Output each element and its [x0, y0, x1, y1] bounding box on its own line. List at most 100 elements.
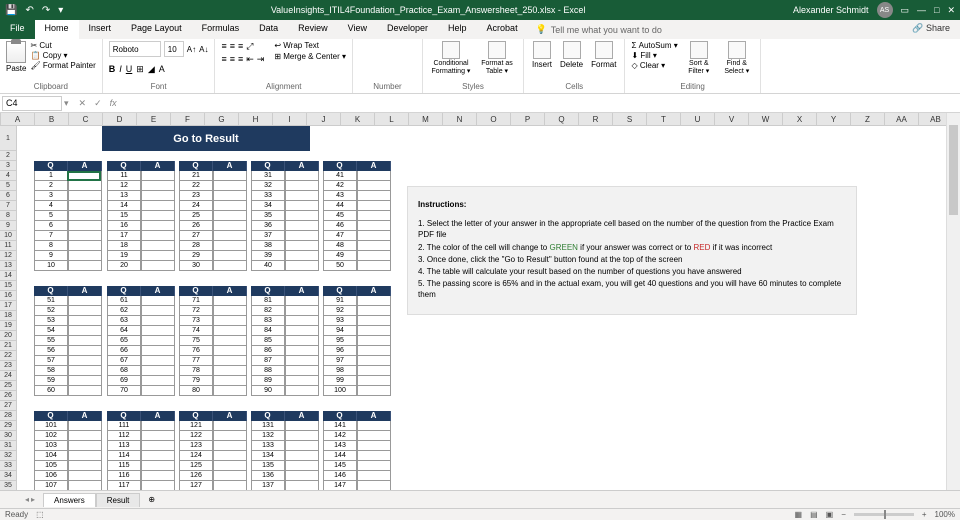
a-cell[interactable]	[68, 191, 102, 201]
a-cell[interactable]	[357, 241, 391, 251]
a-cell[interactable]	[213, 251, 247, 261]
a-cell[interactable]	[285, 451, 319, 461]
redo-icon[interactable]: ↷	[42, 5, 50, 16]
sheet-tab-result[interactable]: Result	[96, 493, 141, 507]
col-header-AA[interactable]: AA	[885, 113, 919, 125]
a-cell[interactable]	[285, 171, 319, 181]
a-cell[interactable]	[357, 306, 391, 316]
col-header-B[interactable]: B	[35, 113, 69, 125]
align-top-icon[interactable]: ≡	[221, 41, 226, 52]
format-button[interactable]: Format	[589, 41, 618, 69]
row-header-26[interactable]: 26	[0, 391, 16, 401]
row-header-12[interactable]: 12	[0, 251, 16, 261]
a-cell[interactable]	[68, 211, 102, 221]
align-right-icon[interactable]: ≡	[238, 54, 243, 65]
a-cell[interactable]	[357, 171, 391, 181]
col-header-R[interactable]: R	[579, 113, 613, 125]
a-cell[interactable]	[213, 171, 247, 181]
col-header-O[interactable]: O	[477, 113, 511, 125]
row-header-1[interactable]: 1	[0, 126, 16, 151]
maximize-icon[interactable]: □	[934, 5, 939, 15]
row-header-3[interactable]: 3	[0, 161, 16, 171]
a-cell[interactable]	[285, 191, 319, 201]
row-header-29[interactable]: 29	[0, 421, 16, 431]
a-cell[interactable]	[285, 241, 319, 251]
macro-record-icon[interactable]: ⬚	[36, 510, 44, 519]
a-cell[interactable]	[141, 441, 175, 451]
a-cell[interactable]	[141, 251, 175, 261]
a-cell[interactable]	[68, 366, 102, 376]
a-cell[interactable]	[213, 386, 247, 396]
col-header-L[interactable]: L	[375, 113, 409, 125]
orientation-icon[interactable]: ⤢	[246, 41, 253, 52]
a-cell[interactable]	[68, 376, 102, 386]
a-cell[interactable]	[213, 376, 247, 386]
a-cell[interactable]	[213, 261, 247, 271]
a-cell[interactable]	[141, 421, 175, 431]
col-header-P[interactable]: P	[511, 113, 545, 125]
a-cell[interactable]	[213, 201, 247, 211]
col-header-J[interactable]: J	[307, 113, 341, 125]
a-cell[interactable]	[68, 201, 102, 211]
a-cell[interactable]	[141, 346, 175, 356]
a-cell[interactable]	[68, 346, 102, 356]
a-cell[interactable]	[285, 336, 319, 346]
cut-button[interactable]: ✂ Cut	[30, 41, 95, 50]
align-center-icon[interactable]: ≡	[230, 54, 235, 65]
a-cell[interactable]	[141, 201, 175, 211]
a-cell[interactable]	[285, 231, 319, 241]
row-header-33[interactable]: 33	[0, 461, 16, 471]
a-cell[interactable]	[357, 461, 391, 471]
col-header-K[interactable]: K	[341, 113, 375, 125]
grow-font-icon[interactable]: A↑	[187, 45, 196, 54]
a-cell[interactable]	[141, 471, 175, 481]
a-cell[interactable]	[357, 431, 391, 441]
a-cell[interactable]	[141, 231, 175, 241]
a-cell[interactable]	[213, 316, 247, 326]
row-header-20[interactable]: 20	[0, 331, 16, 341]
tab-nav[interactable]: ◂▸	[25, 495, 35, 504]
vertical-scrollbar[interactable]	[946, 113, 960, 490]
a-cell[interactable]	[285, 376, 319, 386]
row-header-7[interactable]: 7	[0, 201, 16, 211]
format-as-table-button[interactable]: Format as Table ▾	[477, 41, 517, 75]
col-header-Y[interactable]: Y	[817, 113, 851, 125]
col-header-T[interactable]: T	[647, 113, 681, 125]
row-header-32[interactable]: 32	[0, 451, 16, 461]
a-cell[interactable]	[213, 346, 247, 356]
a-cell[interactable]	[357, 316, 391, 326]
a-cell[interactable]	[213, 211, 247, 221]
col-header-Z[interactable]: Z	[851, 113, 885, 125]
a-cell[interactable]	[68, 336, 102, 346]
a-cell[interactable]	[213, 366, 247, 376]
fx-icon[interactable]: fx	[110, 98, 117, 108]
underline-button[interactable]: U	[126, 64, 133, 75]
row-header-23[interactable]: 23	[0, 361, 16, 371]
a-cell[interactable]	[141, 461, 175, 471]
a-cell[interactable]	[213, 296, 247, 306]
col-header-G[interactable]: G	[205, 113, 239, 125]
a-cell[interactable]	[68, 421, 102, 431]
col-header-N[interactable]: N	[443, 113, 477, 125]
a-cell[interactable]	[68, 306, 102, 316]
col-header-A[interactable]: A	[1, 113, 35, 125]
a-cell[interactable]	[285, 296, 319, 306]
a-cell[interactable]	[357, 326, 391, 336]
border-button[interactable]: ⊞	[136, 64, 144, 75]
a-cell[interactable]	[357, 261, 391, 271]
row-header-14[interactable]: 14	[0, 271, 16, 281]
a-cell[interactable]	[357, 221, 391, 231]
close-icon[interactable]: ✕	[947, 5, 955, 16]
a-cell[interactable]	[357, 201, 391, 211]
copy-button[interactable]: 📋 Copy ▾	[30, 51, 95, 60]
sheet-tab-answers[interactable]: Answers	[43, 493, 96, 507]
a-cell[interactable]	[285, 306, 319, 316]
autosum-button[interactable]: Σ AutoSum ▾	[631, 41, 677, 50]
share-button[interactable]: 🔗 Share	[902, 20, 960, 39]
a-cell[interactable]	[68, 431, 102, 441]
col-header-D[interactable]: D	[103, 113, 137, 125]
delete-button[interactable]: Delete	[558, 41, 585, 69]
a-cell[interactable]	[141, 171, 175, 181]
a-cell[interactable]	[68, 231, 102, 241]
tab-insert[interactable]: Insert	[79, 20, 122, 39]
